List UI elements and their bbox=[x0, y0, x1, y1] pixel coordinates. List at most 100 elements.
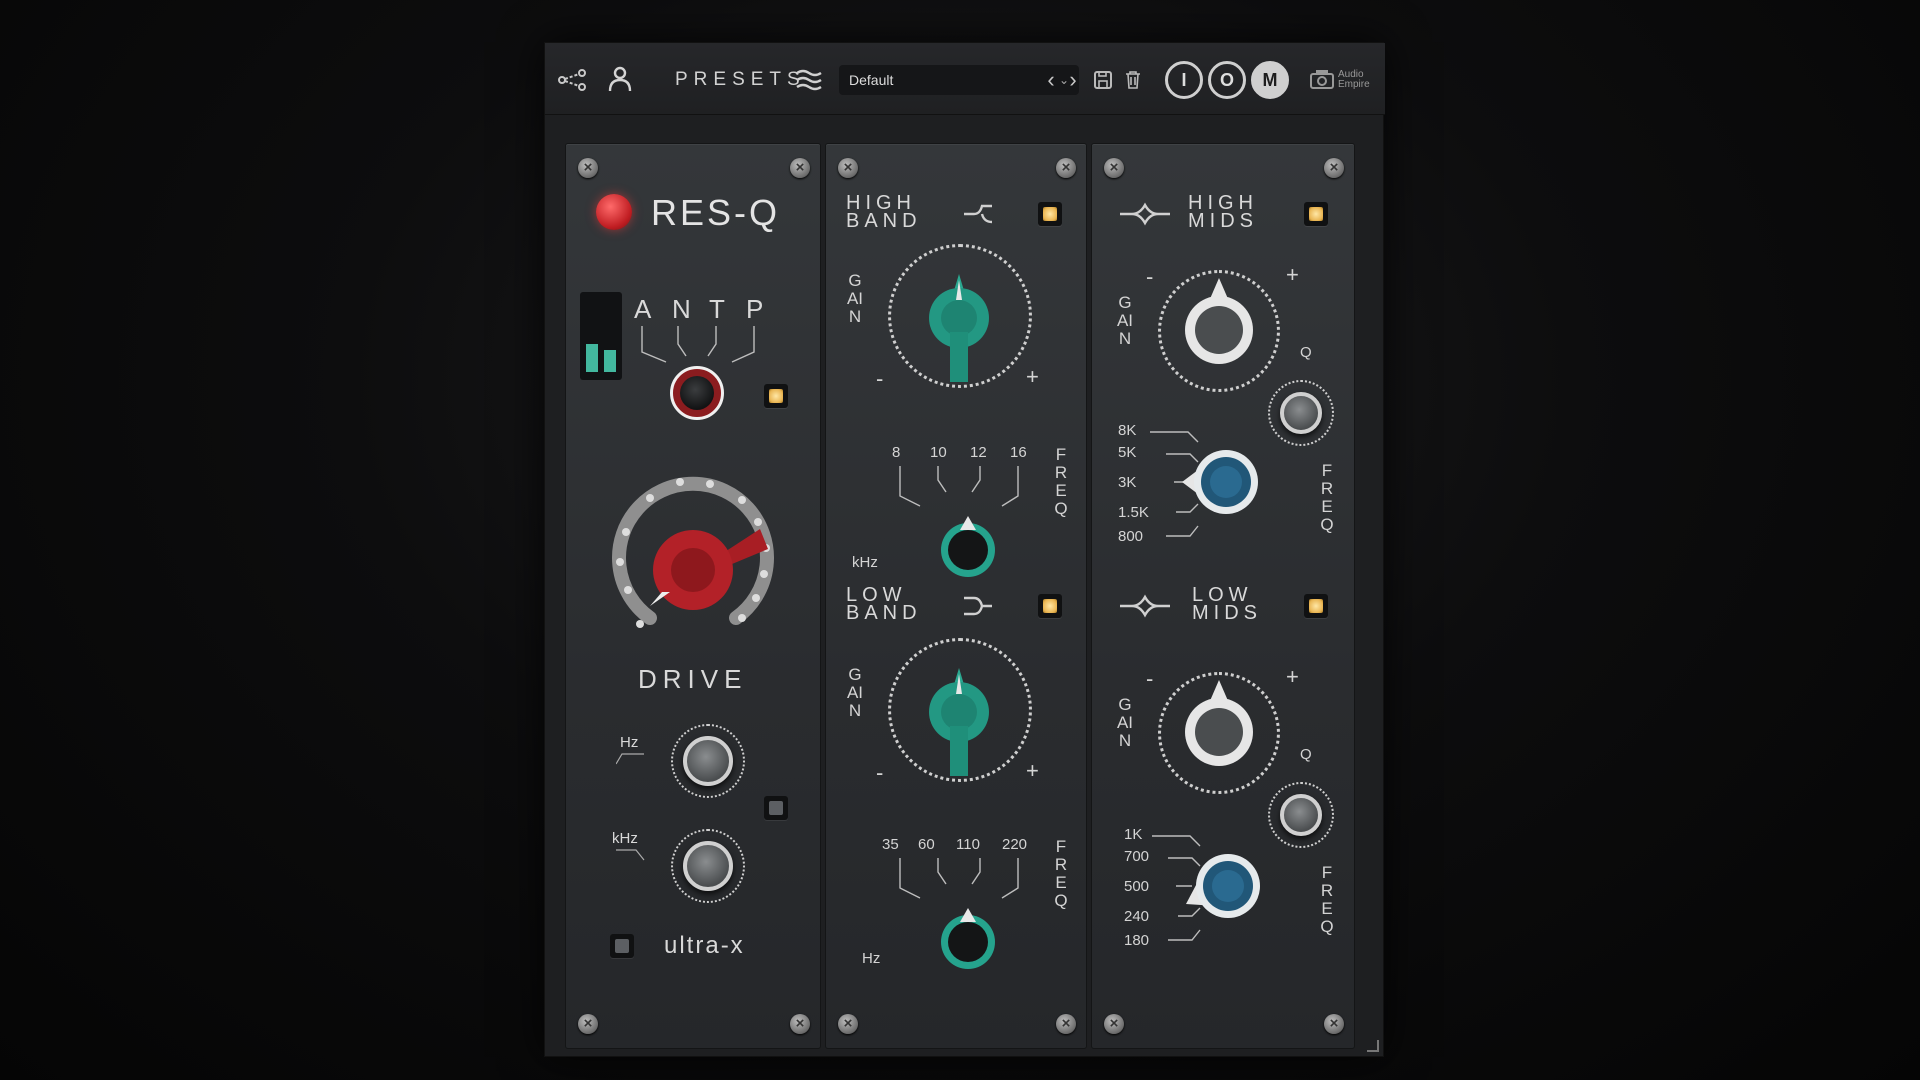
hz-label: Hz bbox=[620, 734, 639, 751]
mode-button[interactable]: M bbox=[1251, 61, 1289, 99]
low-freq-220: 220 bbox=[1002, 836, 1028, 853]
high-band-gain-minus: - bbox=[876, 366, 884, 391]
screw-icon: × bbox=[1056, 1014, 1076, 1034]
high-freq-12: 12 bbox=[970, 444, 987, 461]
bell-curve-icon bbox=[1120, 202, 1170, 226]
high-band-gain-knob[interactable] bbox=[926, 270, 992, 384]
high-band-title-line2: BAND bbox=[846, 210, 922, 232]
low-mids-freq-label: FREQ bbox=[1320, 863, 1334, 936]
preset-browser-icon[interactable] bbox=[793, 65, 825, 95]
high-freq-lines bbox=[899, 466, 1019, 507]
screw-icon: × bbox=[838, 158, 858, 178]
audio-empire-logo: Audio Empire bbox=[1310, 65, 1372, 95]
mode-n: N bbox=[672, 294, 691, 324]
input-button[interactable]: I bbox=[1165, 61, 1203, 99]
low-mids-q-label: Q bbox=[1300, 746, 1312, 763]
high-mids-toggle-button[interactable] bbox=[1304, 202, 1328, 226]
res-q-toggle-button[interactable] bbox=[764, 384, 788, 408]
mode-p: P bbox=[746, 294, 764, 324]
low-freq-110: 110 bbox=[956, 836, 980, 853]
high-mids-gain-label: GAIN bbox=[1116, 293, 1134, 348]
screw-icon: × bbox=[1104, 1014, 1124, 1034]
high-band-gain-plus: + bbox=[1026, 364, 1039, 389]
high-shelf-icon bbox=[964, 204, 993, 224]
res-q-title: RES-Q bbox=[651, 192, 781, 233]
low-mids-freq-1k: 1K bbox=[1124, 826, 1143, 843]
low-mids-freq-knob[interactable] bbox=[1182, 846, 1262, 926]
mode-t: T bbox=[709, 294, 725, 324]
filter-toggle-button[interactable] bbox=[764, 796, 788, 820]
hz-knob[interactable] bbox=[683, 736, 733, 786]
mode-lines bbox=[641, 326, 755, 363]
screw-icon: × bbox=[578, 1014, 598, 1034]
high-mids-freq-800: 800 bbox=[1118, 528, 1144, 545]
low-mids-freq-180: 180 bbox=[1124, 932, 1150, 949]
low-mids-gain-minus: - bbox=[1146, 666, 1154, 691]
low-mids-gain-label: GAIN bbox=[1116, 695, 1134, 750]
low-freq-lines bbox=[899, 858, 1019, 899]
low-band-title-line2: BAND bbox=[846, 602, 922, 624]
low-mids-toggle-button[interactable] bbox=[1304, 594, 1328, 618]
prev-preset-icon[interactable]: ‹ bbox=[1041, 65, 1061, 95]
khz-label: kHz bbox=[612, 830, 638, 847]
save-icon[interactable] bbox=[1091, 67, 1115, 93]
low-freq-35: 35 bbox=[882, 836, 899, 853]
low-mids-q-knob[interactable] bbox=[1280, 794, 1322, 836]
high-mids-q-knob[interactable] bbox=[1280, 392, 1322, 434]
meter-bar-right bbox=[604, 350, 616, 372]
high-freq-10: 10 bbox=[930, 444, 947, 461]
share-icon[interactable] bbox=[555, 63, 589, 97]
low-band-title: LOW BAND bbox=[846, 585, 922, 624]
screw-icon: × bbox=[790, 1014, 810, 1034]
next-preset-icon[interactable]: › bbox=[1063, 65, 1083, 95]
mids-panel: × × × × HIGH MIDS GAIN - + Q 8K 5K 3K 1.… bbox=[1091, 143, 1355, 1049]
high-mids-q-label: Q bbox=[1300, 344, 1312, 361]
high-band-freq-knob[interactable] bbox=[936, 514, 1000, 578]
trash-icon[interactable] bbox=[1121, 67, 1145, 93]
high-band-gain-label: GAIN bbox=[846, 271, 864, 326]
high-mids-freq-label: FREQ bbox=[1320, 461, 1334, 534]
level-meter bbox=[580, 292, 622, 380]
low-mids-gain-plus: + bbox=[1286, 664, 1299, 689]
high-mids-freq-5k: 5K bbox=[1118, 444, 1137, 461]
high-mids-title-line2: MIDS bbox=[1188, 210, 1258, 232]
low-band-gain-plus: + bbox=[1026, 758, 1039, 783]
hz-line bbox=[616, 753, 644, 765]
high-mids-freq-1.5k: 1.5K bbox=[1118, 504, 1149, 521]
low-band-toggle-button[interactable] bbox=[1038, 594, 1062, 618]
ultra-x-label: ultra-x bbox=[664, 932, 745, 959]
high-mids-gain-plus: + bbox=[1286, 262, 1299, 287]
high-mids-freq-knob[interactable] bbox=[1180, 442, 1260, 522]
high-band-toggle-button[interactable] bbox=[1038, 202, 1062, 226]
user-icon[interactable] bbox=[603, 61, 637, 97]
logo-icon bbox=[1310, 70, 1334, 89]
meter-bar-left bbox=[586, 344, 598, 372]
high-mids-gain-knob[interactable] bbox=[1180, 274, 1258, 372]
high-freq-8: 8 bbox=[892, 444, 901, 461]
high-band-freq-label: FREQ bbox=[1054, 445, 1068, 518]
resize-handle[interactable] bbox=[1367, 1040, 1379, 1052]
output-button[interactable]: O bbox=[1208, 61, 1246, 99]
high-mids-title: HIGH MIDS bbox=[1188, 193, 1258, 232]
screw-icon: × bbox=[838, 1014, 858, 1034]
low-band-unit: Hz bbox=[862, 950, 881, 967]
ultra-x-toggle-button[interactable] bbox=[610, 934, 634, 958]
low-band-gain-minus: - bbox=[876, 760, 884, 785]
screw-icon: × bbox=[1324, 158, 1344, 178]
low-band-gain-knob[interactable] bbox=[926, 664, 992, 778]
low-mids-freq-240: 240 bbox=[1124, 908, 1150, 925]
khz-knob[interactable] bbox=[683, 841, 733, 891]
screw-icon: × bbox=[1056, 158, 1076, 178]
drive-knob[interactable] bbox=[610, 474, 776, 640]
high-mids-gain-minus: - bbox=[1146, 264, 1154, 289]
low-band-freq-knob[interactable] bbox=[936, 906, 1000, 970]
res-q-panel: × × × × RES-Q A N T P DRIVE Hz kHz ultra… bbox=[565, 143, 821, 1049]
high-band-unit: kHz bbox=[852, 554, 878, 571]
plugin-window: PRESETS Default ⌄ ‹ › I O M Audio Empire… bbox=[544, 42, 1385, 1057]
low-mids-gain-knob[interactable] bbox=[1180, 676, 1258, 774]
bell-curve-icon bbox=[1120, 594, 1170, 618]
mode-selector-knob[interactable] bbox=[670, 366, 724, 420]
low-mids-title: LOW MIDS bbox=[1192, 585, 1262, 623]
khz-line bbox=[616, 849, 645, 861]
power-button[interactable] bbox=[596, 194, 632, 230]
